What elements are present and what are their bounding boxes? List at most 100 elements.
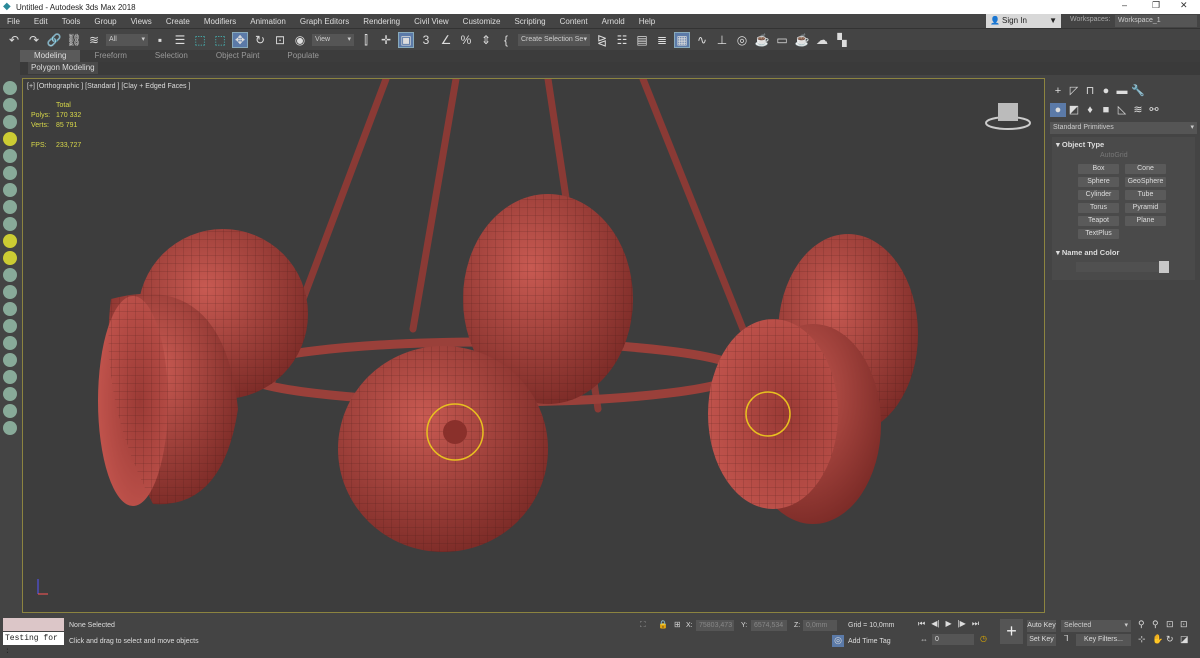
helpers-icon[interactable]: ◺ (1114, 102, 1130, 116)
percent-snap-icon[interactable]: % (458, 32, 474, 48)
close-button[interactable]: ✕ (1180, 0, 1188, 11)
motion-tab-icon[interactable]: ● (1098, 84, 1114, 98)
menu-customize[interactable]: Customize (456, 17, 508, 26)
material-editor-icon[interactable]: ◎ (734, 32, 750, 48)
create-plane-button[interactable]: Plane (1125, 216, 1166, 226)
menu-rendering[interactable]: Rendering (356, 17, 407, 26)
add-time-tag-button[interactable]: Add Time Tag (848, 638, 891, 645)
time-tag-icon[interactable]: ◎ (832, 635, 844, 647)
sign-in-button[interactable]: 👤 Sign In ▼ (986, 14, 1061, 28)
globe-tool-icon[interactable] (3, 302, 17, 316)
create-geosphere-button[interactable]: GeoSphere (1125, 177, 1166, 187)
ribbon-toggle-icon[interactable]: ▦ (674, 32, 690, 48)
isolate-icon[interactable]: ⛶ (640, 620, 646, 630)
workspace-dropdown[interactable]: Workspace_1 (1115, 15, 1197, 27)
cylinder-tool-icon[interactable] (3, 183, 17, 197)
viewport[interactable]: [+] [Orthographic ] [Standard ] [Clay + … (22, 78, 1045, 613)
object-name-input[interactable] (1076, 262, 1160, 272)
angle-snap-icon[interactable]: ∠ (438, 32, 454, 48)
sun-tool-icon[interactable] (3, 234, 17, 248)
viewcube-icon[interactable] (985, 103, 1031, 130)
scale-icon[interactable]: ⊡ (272, 32, 288, 48)
ribbon-tab-object-paint[interactable]: Object Paint (202, 50, 274, 62)
create-torus-button[interactable]: Torus (1078, 203, 1119, 213)
snaps-toggle-icon[interactable]: 3 (418, 32, 434, 48)
layer-explorer-icon[interactable]: ≣ (654, 32, 670, 48)
orbit-icon[interactable]: ↻ (1166, 634, 1180, 645)
schematic-view-icon[interactable]: ⊥ (714, 32, 730, 48)
create-teapot-button[interactable]: Teapot (1078, 216, 1119, 226)
keyboard-shortcut-override-icon[interactable]: ▣ (398, 32, 414, 48)
menu-civil-view[interactable]: Civil View (407, 17, 456, 26)
wave-tool-icon[interactable] (3, 268, 17, 282)
pan-icon[interactable]: ✋ (1152, 634, 1166, 645)
light-tool-icon[interactable] (3, 132, 17, 146)
modify-tab-icon[interactable]: ◸ (1066, 83, 1082, 97)
zoom-all-icon[interactable]: ⚲ (1152, 619, 1166, 630)
move-tool-icon[interactable] (3, 98, 17, 112)
zoom-extents-icon[interactable]: ⊡ (1166, 619, 1180, 630)
menu-content[interactable]: Content (553, 17, 595, 26)
named-selection-dropdown[interactable]: Create Selection Se ▾ (518, 34, 590, 46)
object-color-swatch[interactable] (1159, 261, 1169, 273)
placement-icon[interactable]: ◉ (292, 32, 308, 48)
lock-icon[interactable]: 🔒 (658, 620, 668, 629)
lights-icon[interactable]: ♦ (1082, 103, 1098, 117)
utilities-tab-icon[interactable]: 🔧 (1130, 83, 1146, 97)
menu-group[interactable]: Group (87, 17, 123, 26)
menu-edit[interactable]: Edit (27, 17, 55, 26)
maxscript-input[interactable]: Testing for : (3, 632, 64, 656)
ribbon-tab-selection[interactable]: Selection (141, 50, 202, 62)
set-key-big-button[interactable]: + (1000, 619, 1023, 644)
menu-modifiers[interactable]: Modifiers (197, 17, 243, 26)
helper-tool-icon[interactable] (3, 387, 17, 401)
maximize-button[interactable]: ❐ (1152, 0, 1160, 11)
next-frame-icon[interactable]: |▶ (958, 619, 966, 629)
maxscript-listener-top[interactable] (3, 618, 64, 631)
systems-icon[interactable]: ⚯ (1146, 102, 1162, 116)
y-coordinate-input[interactable]: 6574,534 (751, 620, 787, 631)
lock-tool-icon[interactable] (3, 404, 17, 418)
cone-tool-icon[interactable] (3, 217, 17, 231)
hair-tool-icon[interactable] (3, 336, 17, 350)
render-tool-icon[interactable] (3, 115, 17, 129)
space-warps-icon[interactable]: ≋ (1130, 102, 1146, 116)
auto-key-button[interactable]: Auto Key (1027, 620, 1056, 632)
mirror-icon[interactable]: ⧎ (594, 32, 610, 48)
create-cylinder-button[interactable]: Cylinder (1078, 190, 1119, 200)
create-cone-button[interactable]: Cone (1125, 164, 1166, 174)
select-by-name-icon[interactable]: ☰ (172, 32, 188, 48)
time-config-icon[interactable]: ◷ (980, 634, 987, 643)
rotate-icon[interactable]: ↻ (252, 32, 268, 48)
cameras-icon[interactable]: ■ (1098, 103, 1114, 117)
plane-tool-icon[interactable] (3, 421, 17, 435)
create-tab-icon[interactable]: + (1050, 84, 1066, 98)
selection-filter-dropdown[interactable]: All ▾ (106, 34, 148, 46)
redo-icon[interactable]: ↷ (26, 32, 42, 48)
window-crossing-icon[interactable]: ⬚ (212, 32, 228, 48)
category-dropdown[interactable]: Standard Primitives ▾ (1050, 122, 1197, 134)
create-tube-button[interactable]: Tube (1125, 190, 1166, 200)
chandelier-model[interactable] (23, 79, 1046, 614)
spinner-snap-icon[interactable]: ⇕ (478, 32, 494, 48)
current-frame-input[interactable]: 0 (932, 634, 974, 645)
key-filters-button[interactable]: Key Filters... (1076, 634, 1131, 646)
menu-scripting[interactable]: Scripting (507, 17, 552, 26)
move-icon[interactable]: ✥ (232, 32, 248, 48)
shapes-icon[interactable]: ◩ (1066, 102, 1082, 116)
menu-arnold[interactable]: Arnold (595, 17, 632, 26)
sphere2-tool-icon[interactable] (3, 353, 17, 367)
create-sphere-button[interactable]: Sphere (1078, 177, 1119, 187)
create-pyramid-button[interactable]: Pyramid (1125, 203, 1166, 213)
go-to-start-icon[interactable]: ⏮ (918, 619, 925, 629)
menu-tools[interactable]: Tools (55, 17, 88, 26)
torus-tool-icon[interactable] (3, 200, 17, 214)
camera-tool-icon[interactable] (3, 370, 17, 384)
rendered-frame-window-icon[interactable]: ▭ (774, 32, 790, 48)
menu-file[interactable]: File (0, 17, 27, 26)
key-mode-dropdown[interactable]: Selected ▾ (1061, 620, 1131, 632)
select-tool-icon[interactable] (3, 81, 17, 95)
menu-create[interactable]: Create (159, 17, 197, 26)
edit-named-selection-icon[interactable]: { (498, 32, 514, 48)
ribbon-tab-freeform[interactable]: Freeform (80, 50, 140, 62)
